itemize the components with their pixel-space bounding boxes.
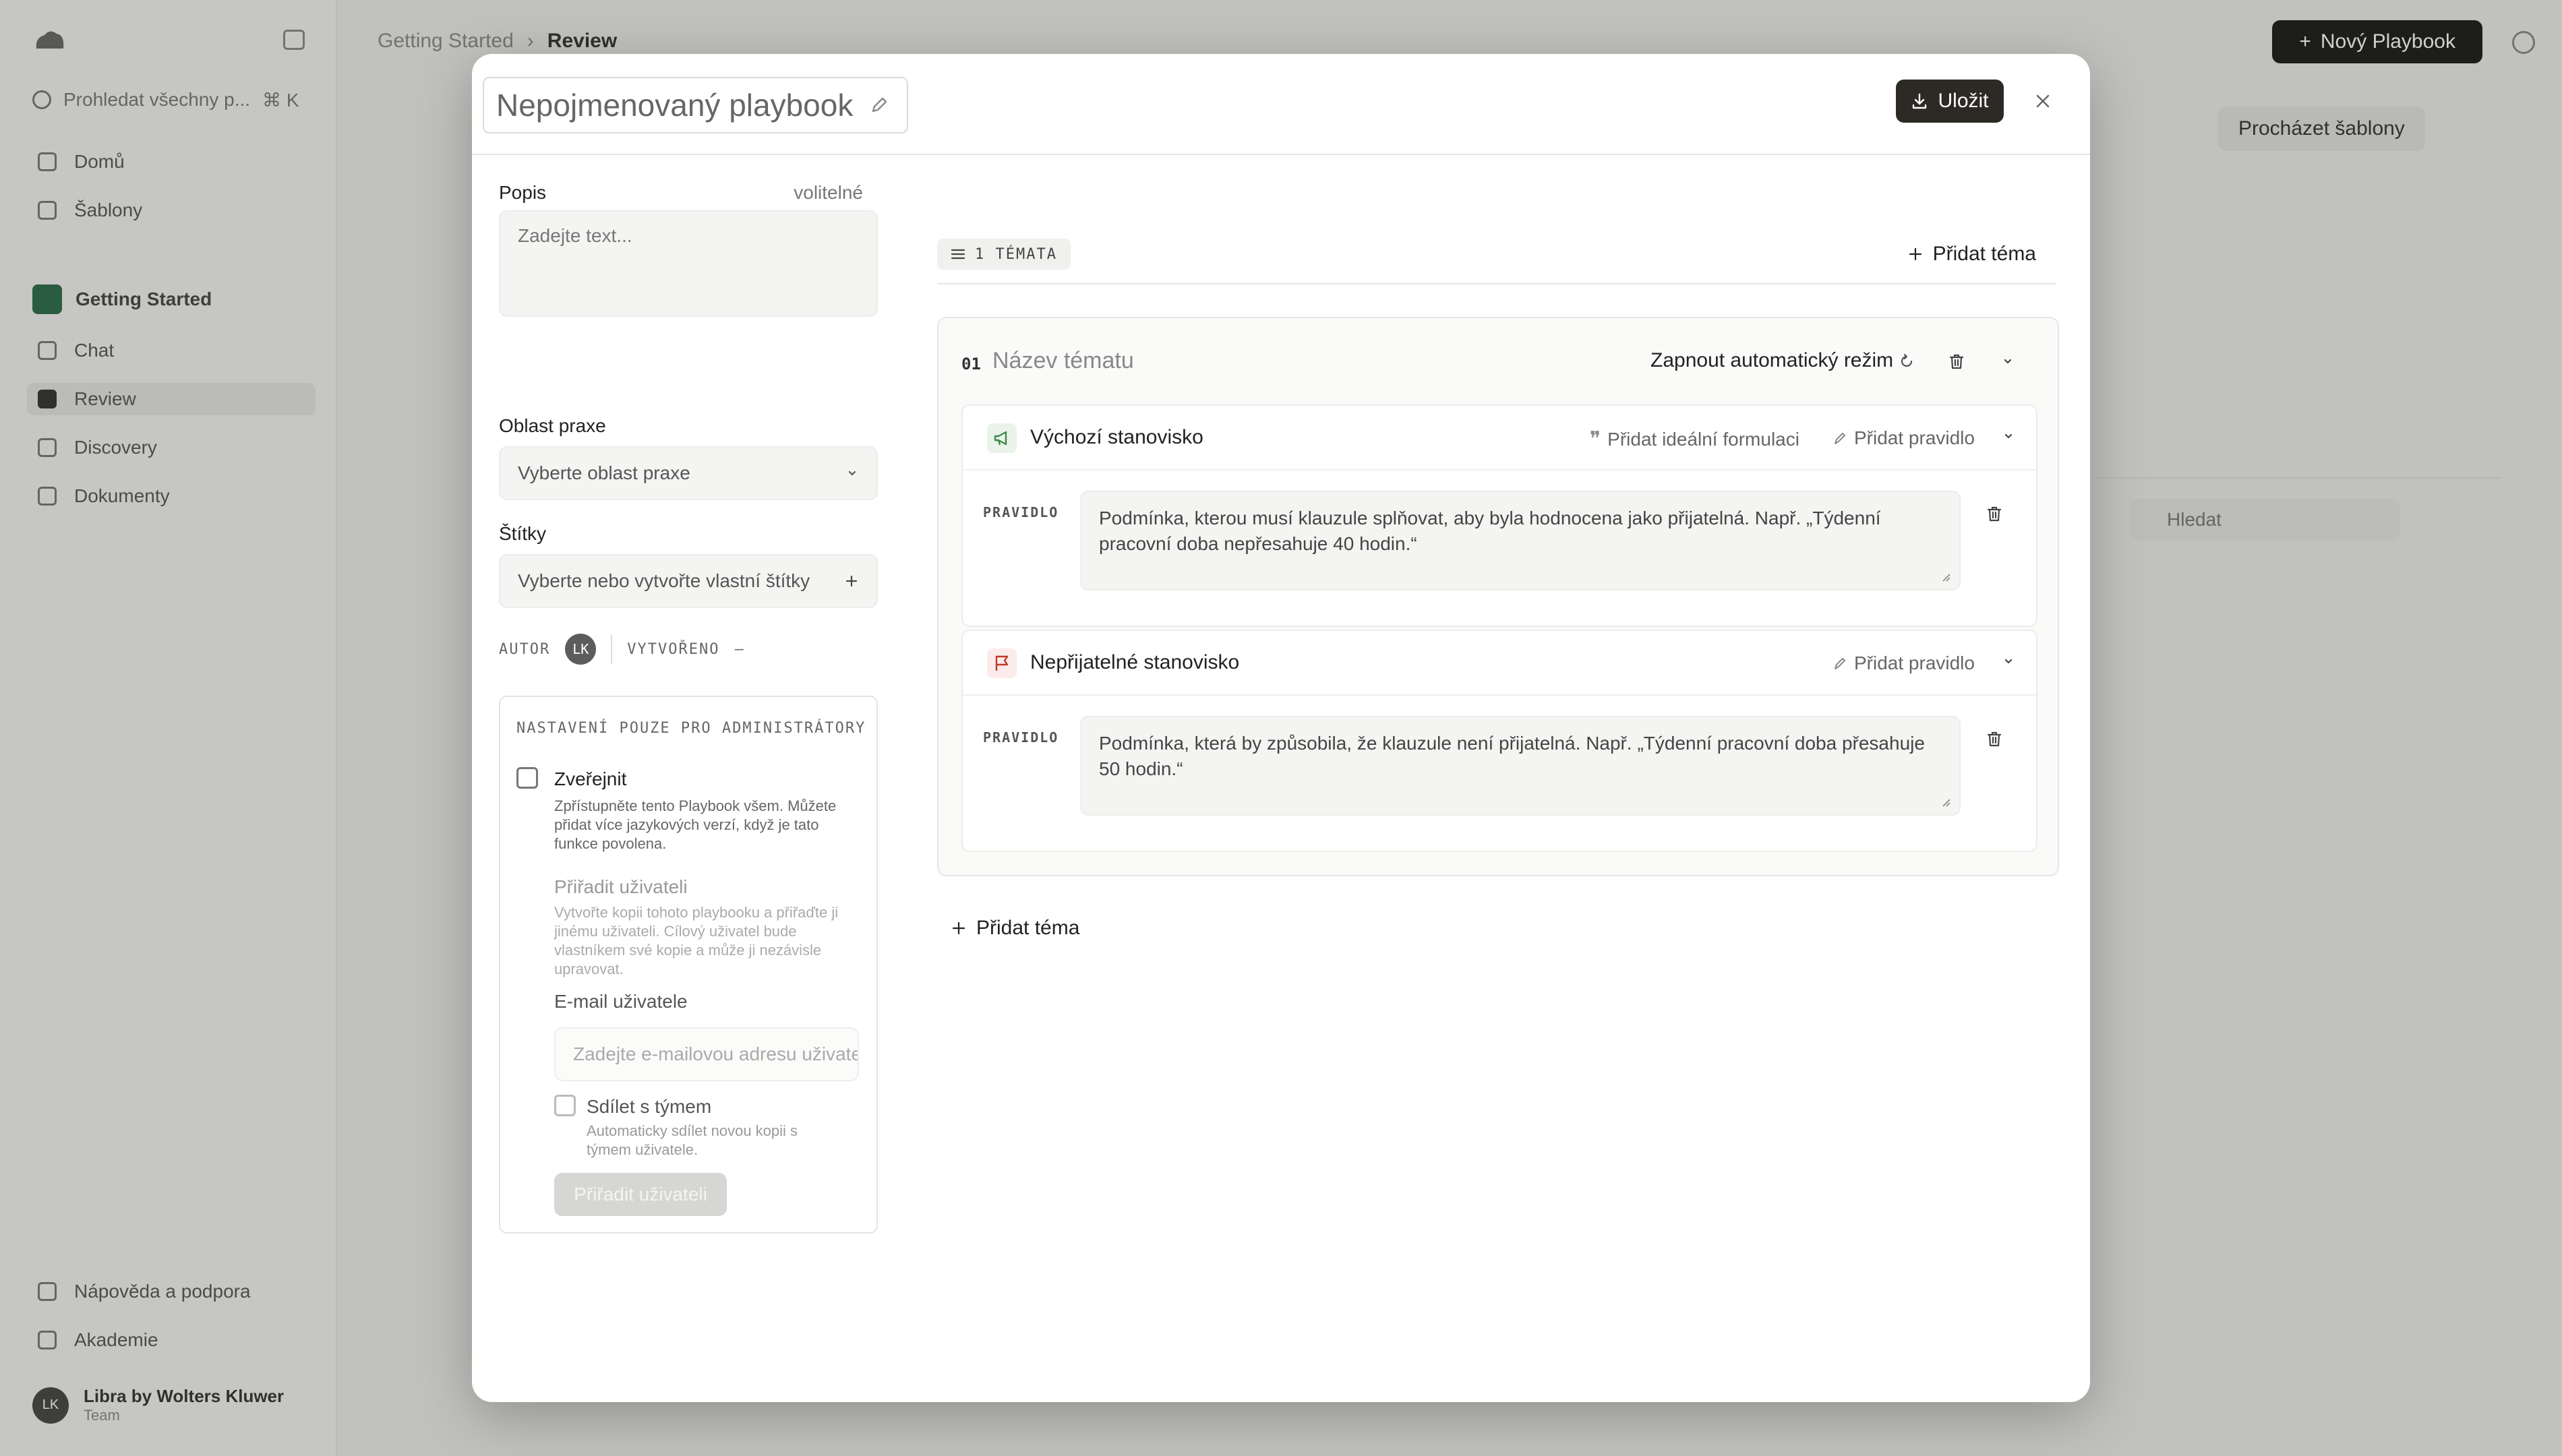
download-icon [1913, 93, 1927, 109]
unacceptable-position-card: Nepřijatelné stanovisko Přidat pravidlo … [961, 630, 2037, 852]
practice-area-label: Oblast praxe [499, 415, 606, 436]
publish-description: Zpřístupněte tento Playbook všem. Můžete… [554, 797, 837, 852]
save-button[interactable]: Uložit [1896, 80, 2004, 123]
close-icon[interactable] [2029, 88, 2056, 115]
divider [611, 634, 613, 664]
share-team-checkbox[interactable] [554, 1095, 576, 1116]
modal-header: Nepojmenovaný playbook Uložit [472, 54, 2090, 155]
assign-user-title: Přiřadit uživateli [554, 876, 688, 897]
pencil-icon [1835, 658, 1845, 669]
share-team-label: Sdílet s týmem [587, 1096, 712, 1117]
created-label: VYTVOŘENO [627, 640, 720, 658]
rule-input[interactable]: Podmínka, která by způsobila, že klauzul… [1080, 716, 1961, 816]
auto-mode-button[interactable]: Zapnout automatický režim [1650, 349, 1893, 372]
topics-count-label: 1 TÉMATA [975, 245, 1057, 263]
topic-name-input[interactable]: Název tématu [992, 348, 1134, 374]
list-icon [951, 249, 965, 260]
author-label: AUTOR [499, 640, 551, 658]
topic-number: 01 [961, 355, 981, 373]
add-rule-button[interactable]: Přidat pravidlo [1833, 653, 1975, 674]
topics-panel: 1 TÉMATA Přidat téma 01 Název tématu Zap… [937, 155, 2077, 1402]
resize-handle-icon[interactable] [1940, 797, 1951, 808]
default-position-card: Výchozí stanovisko ❞ Přidat ideální form… [961, 404, 2037, 627]
practice-area-placeholder: Vyberte oblast praxe [518, 462, 690, 483]
rule-text: Podmínka, kterou musí klauzule splňovat,… [1099, 508, 1881, 554]
add-topic-label: Přidat téma [976, 917, 1080, 939]
plus-icon [1909, 247, 1922, 261]
resize-handle-icon[interactable] [1940, 572, 1951, 582]
playbook-meta: AUTOR LK VYTVOŘENO – [499, 634, 745, 665]
trash-icon[interactable] [1981, 725, 2008, 752]
plus-icon[interactable] [844, 574, 859, 588]
assign-user-description: Vytvořte kopii tohoto playbooku a přiřaď… [554, 904, 839, 977]
megaphone-icon [987, 423, 1017, 453]
optional-hint: volitelné [794, 182, 863, 203]
email-label: E-mail uživatele [554, 991, 688, 1012]
playbook-settings-panel: Popis volitelné Zadejte text... Oblast p… [472, 155, 890, 1402]
save-label: Uložit [1938, 90, 1989, 112]
admin-section-title: NASTAVENÍ POUZE PRO ADMINISTRÁTORY [516, 720, 866, 737]
description-input[interactable]: Zadejte text... [499, 210, 878, 317]
playbook-title: Nepojmenovaný playbook [496, 88, 854, 123]
description-label: Popis [499, 182, 547, 203]
admin-settings-section: NASTAVENÍ POUZE PRO ADMINISTRÁTORY Zveře… [499, 696, 878, 1234]
publish-checkbox[interactable] [516, 767, 538, 789]
position-title: Nepřijatelné stanovisko [1030, 651, 1240, 673]
trash-icon[interactable] [1943, 348, 1970, 375]
chevron-down-icon[interactable] [1998, 651, 2019, 671]
email-field[interactable]: Zadejte e-mailovou adresu uživatele [554, 1027, 859, 1081]
chevron-down-icon[interactable] [1998, 426, 2019, 446]
pencil-icon[interactable] [869, 95, 889, 115]
quote-icon: ❞ [1590, 428, 1601, 450]
playbook-title-field[interactable]: Nepojmenovaný playbook [483, 77, 909, 133]
add-topic-bottom-button[interactable]: Přidat téma [951, 917, 1079, 940]
divider [937, 283, 2056, 284]
rule-text: Podmínka, která by způsobila, že klauzul… [1099, 733, 1925, 779]
pencil-icon [1835, 433, 1845, 444]
publish-label: Zveřejnit [554, 768, 627, 789]
rule-label: PRAVIDLO [983, 504, 1059, 520]
topics-count-badge: 1 TÉMATA [937, 239, 1071, 270]
assign-user-button[interactable]: Přiřadit uživateli [554, 1173, 727, 1216]
chevron-down-icon [848, 471, 856, 476]
add-topic-label: Přidat téma [1932, 243, 2036, 265]
flag-icon [987, 648, 1017, 678]
add-ideal-wording-label: Přidat ideální formulaci [1607, 428, 1799, 450]
add-ideal-wording-button[interactable]: ❞ Přidat ideální formulaci [1590, 427, 1799, 451]
rule-input[interactable]: Podmínka, kterou musí klauzule splňovat,… [1080, 491, 1961, 590]
position-title: Výchozí stanovisko [1030, 426, 1203, 448]
add-rule-label: Přidat pravidlo [1854, 653, 1975, 673]
tags-select[interactable]: Vyberte nebo vytvořte vlastní štítky [499, 554, 878, 608]
add-rule-button[interactable]: Přidat pravidlo [1833, 427, 1975, 449]
position-header: Nepřijatelné stanovisko Přidat pravidlo [963, 631, 2036, 696]
plus-icon [952, 921, 965, 935]
topic-card: 01 Název tématu Zapnout automatický reži… [937, 317, 2059, 876]
rule-label: PRAVIDLO [983, 729, 1059, 746]
avatar: LK [565, 634, 597, 665]
chevron-down-icon[interactable] [1994, 348, 2021, 375]
refresh-icon[interactable] [1893, 348, 1920, 375]
tags-placeholder: Vyberte nebo vytvořte vlastní štítky [518, 570, 810, 591]
created-value: – [734, 640, 745, 658]
add-rule-label: Přidat pravidlo [1854, 427, 1975, 448]
practice-area-select[interactable]: Vyberte oblast praxe [499, 446, 878, 500]
share-team-description: Automaticky sdílet novou kopii s týmem u… [587, 1122, 798, 1158]
tags-label: Štítky [499, 523, 547, 544]
playbook-modal: Nepojmenovaný playbook Uložit Popis voli… [472, 54, 2090, 1402]
trash-icon[interactable] [1981, 500, 2008, 527]
position-header: Výchozí stanovisko ❞ Přidat ideální form… [963, 406, 2036, 471]
add-topic-button[interactable]: Přidat téma [1907, 239, 2036, 270]
